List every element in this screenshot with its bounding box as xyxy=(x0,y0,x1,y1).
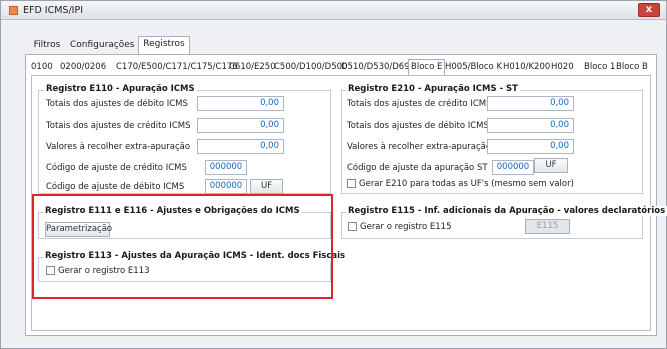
e110-title: Registro E110 - Apuração ICMS xyxy=(44,84,197,94)
window-title: EFD ICMS/IPI xyxy=(23,5,83,16)
subtab-h020[interactable]: H020 xyxy=(551,60,574,75)
tab-filtros[interactable]: Filtros xyxy=(28,38,66,54)
e110-cod-credito-input[interactable]: 000000 xyxy=(205,160,247,175)
e110-valores-label: Valores à recolher extra-apuração xyxy=(46,142,191,152)
subtab-bloco-1[interactable]: Bloco 1 xyxy=(584,60,615,75)
subtab-bloco-b[interactable]: Bloco B xyxy=(616,60,648,75)
e110-cod-debito-label: Código de ajuste de débito ICMS xyxy=(46,182,185,192)
subtab-c610[interactable]: C610/E250 xyxy=(229,60,276,75)
e110-creditos-label: Totais dos ajustes de crédito ICMS xyxy=(46,121,191,131)
e210-creditos-input[interactable]: 0,00 xyxy=(487,96,574,111)
e110-debitos-label: Totais dos ajustes de débito ICMS xyxy=(46,99,188,109)
e210-cod-label: Código de ajuste da apuração ST xyxy=(347,163,488,173)
subtab-0100[interactable]: 0100 xyxy=(31,60,53,75)
e210-valores-input[interactable]: 0,00 xyxy=(487,139,574,154)
e210-uf-button[interactable]: UF xyxy=(534,158,568,173)
sub-tabs: 0100 0200/0206 C170/E500/C171/C175/C176 … xyxy=(31,59,651,76)
e210-debitos-input[interactable]: 0,00 xyxy=(487,118,574,133)
subtab-bloco-e[interactable]: Bloco E xyxy=(408,59,446,76)
e110-valores-input[interactable]: 0,00 xyxy=(197,139,284,154)
subtab-0200[interactable]: 0200/0206 xyxy=(60,60,106,75)
app-icon xyxy=(9,6,18,15)
subtab-h005[interactable]: H005/Bloco K xyxy=(445,60,502,75)
app-window: EFD ICMS/IPI x Filtros Configurações Reg… xyxy=(0,0,667,349)
e110-creditos-input[interactable]: 0,00 xyxy=(197,118,284,133)
e110-cod-credito-label: Código de ajuste de crédito ICMS xyxy=(46,163,187,173)
e110-cod-debito-input[interactable]: 000000 xyxy=(205,179,247,194)
close-button[interactable]: x xyxy=(638,3,660,17)
e115-gerar-label: Gerar o registro E115 xyxy=(360,222,452,232)
e210-title: Registro E210 - Apuração ICMS - ST xyxy=(346,84,520,94)
e115-title: Registro E115 - Inf. adicionais da Apura… xyxy=(346,206,667,216)
e210-creditos-label: Totais dos ajustes de crédito ICMS xyxy=(347,99,492,109)
e210-debitos-label: Totais dos ajustes de débito ICMS xyxy=(347,121,489,131)
e210-valores-label: Valores à recolher extra-apuração xyxy=(347,142,492,152)
e110-uf-button[interactable]: UF xyxy=(250,179,283,194)
e115-button[interactable]: E115 xyxy=(525,219,570,234)
subtab-d510[interactable]: D510/D530/D695 xyxy=(341,60,415,75)
subtab-c500[interactable]: C500/D100/D500 xyxy=(274,60,347,75)
title-bar: EFD ICMS/IPI x xyxy=(1,1,666,20)
highlight-box xyxy=(32,194,333,299)
tab-configuracoes[interactable]: Configurações xyxy=(70,38,134,54)
subtab-c170[interactable]: C170/E500/C171/C175/C176 xyxy=(116,60,238,75)
subtab-h010[interactable]: H010/K200 xyxy=(503,60,550,75)
e210-cod-input[interactable]: 000000 xyxy=(492,160,534,175)
tab-registros[interactable]: Registros xyxy=(138,36,190,54)
e210-gerar-label: Gerar E210 para todas as UF's (mesmo sem… xyxy=(359,179,574,189)
e115-gerar-checkbox[interactable] xyxy=(348,222,357,231)
e210-gerar-checkbox[interactable] xyxy=(347,179,356,188)
e110-debitos-input[interactable]: 0,00 xyxy=(197,96,284,111)
